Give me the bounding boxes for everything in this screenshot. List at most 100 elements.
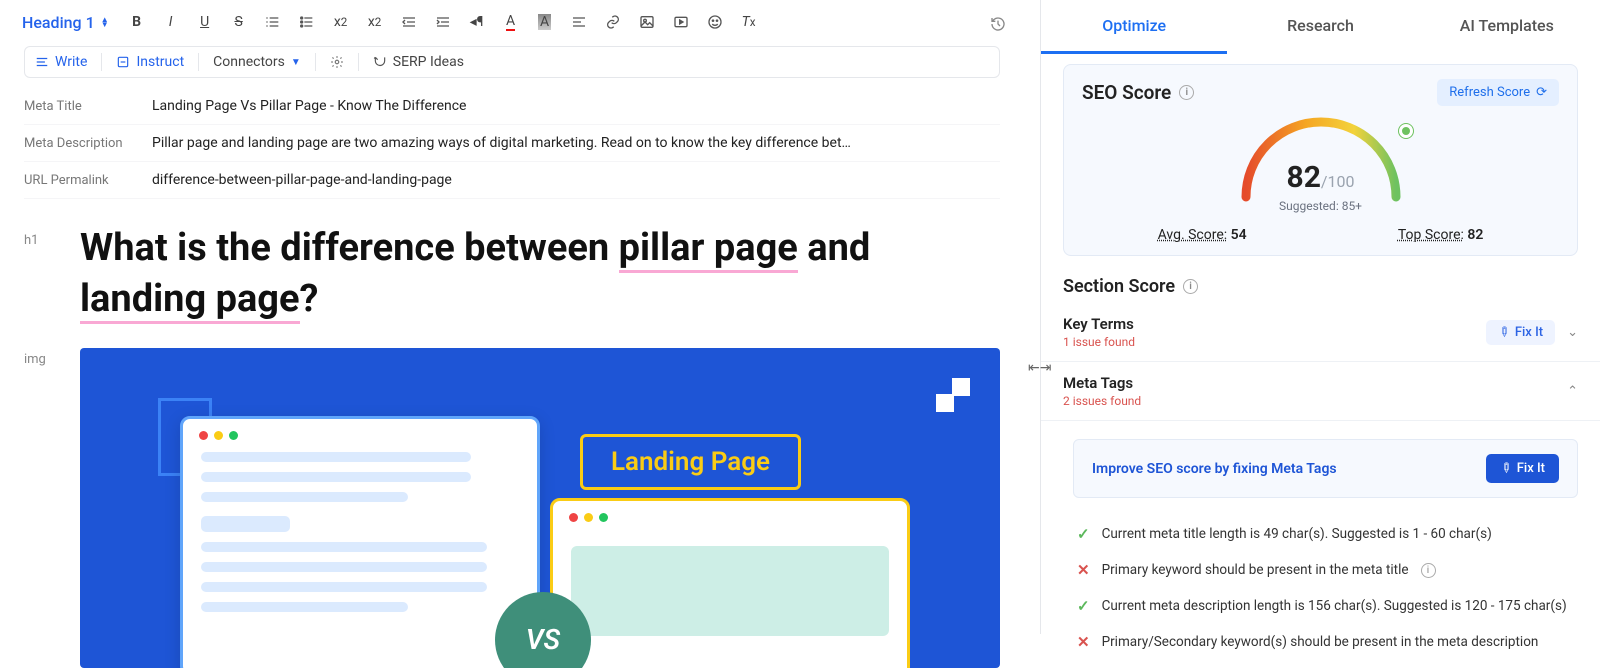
pane-splitter-handle[interactable]: ⇤⇥ xyxy=(1028,360,1051,376)
check-text: Current meta title length is 49 char(s).… xyxy=(1102,526,1492,542)
wand-icon: ✎ xyxy=(1496,459,1514,477)
tab-research[interactable]: Research xyxy=(1227,0,1413,54)
emoji-button[interactable] xyxy=(701,8,729,36)
feature-image[interactable]: Landing Page VS xyxy=(80,348,1000,668)
video-button[interactable] xyxy=(667,8,695,36)
highlight-color-button[interactable]: A xyxy=(531,8,559,36)
strikethrough-button[interactable]: S xyxy=(225,8,253,36)
url-permalink-label: URL Permalink xyxy=(24,173,152,188)
separator xyxy=(198,53,199,71)
top-score-label: Top Score: xyxy=(1398,227,1464,243)
instruct-button[interactable]: Instruct xyxy=(116,54,184,70)
refresh-score-button[interactable]: Refresh Score ⟳ xyxy=(1437,79,1559,106)
chevron-down-icon: ⌄ xyxy=(1567,325,1578,340)
check-ok-icon: ✓ xyxy=(1077,525,1090,543)
write-label: Write xyxy=(55,54,87,70)
document-h1[interactable]: What is the difference between pillar pa… xyxy=(80,223,1000,326)
score-gauge: 82/100 Suggested: 85+ xyxy=(1082,112,1559,213)
top-score-value: 82 xyxy=(1467,227,1483,243)
brand-logo-icon xyxy=(936,378,970,412)
updown-icon: ▲▼ xyxy=(101,17,109,27)
separator xyxy=(101,53,102,71)
meta-tags-title: Meta Tags xyxy=(1063,374,1141,392)
meta-tags-fix-button[interactable]: ✎ Fix It xyxy=(1486,454,1559,483)
outdent-button[interactable] xyxy=(395,8,423,36)
meta-title-value[interactable]: Landing Page Vs Pillar Page - Know The D… xyxy=(152,98,1000,114)
landing-page-label: Landing Page xyxy=(580,434,801,490)
meta-description-value[interactable]: Pillar page and landing page are two ama… xyxy=(152,135,1000,151)
panel-tabs: Optimize Research AI Templates xyxy=(1041,0,1600,54)
tab-ai-templates[interactable]: AI Templates xyxy=(1414,0,1600,54)
refresh-label: Refresh Score xyxy=(1449,85,1530,100)
write-button[interactable]: Write xyxy=(35,54,87,70)
unordered-list-button[interactable] xyxy=(293,8,321,36)
align-button[interactable] xyxy=(565,8,593,36)
check-row: ✕ Primary keyword should be present in t… xyxy=(1077,552,1578,588)
meta-title-label: Meta Title xyxy=(24,99,152,114)
wand-icon: ✎ xyxy=(1494,323,1512,341)
info-icon[interactable]: i xyxy=(1183,279,1198,294)
seo-score-title: SEO Score xyxy=(1082,81,1171,104)
check-fail-icon: ✕ xyxy=(1077,561,1090,579)
avg-score-label: Avg. Score: xyxy=(1158,227,1228,243)
indent-button[interactable] xyxy=(429,8,457,36)
image-button[interactable] xyxy=(633,8,661,36)
heading-level-select[interactable]: Heading 1 ▲▼ xyxy=(14,9,117,36)
meta-description-label: Meta Description xyxy=(24,136,152,151)
text-direction-button[interactable]: ◂¶ xyxy=(463,8,491,36)
info-icon[interactable]: i xyxy=(1421,563,1436,578)
avg-score-value: 54 xyxy=(1231,227,1247,243)
meta-description-row[interactable]: Meta Description Pillar page and landing… xyxy=(24,125,1000,162)
italic-button[interactable]: I xyxy=(157,8,185,36)
superscript-button[interactable]: x2 xyxy=(361,8,389,36)
link-button[interactable] xyxy=(599,8,627,36)
section-meta-tags[interactable]: Meta Tags 2 issues found ⌃ xyxy=(1041,362,1600,421)
ai-toolbar: Write Instruct Connectors ▼ SERP Ideas xyxy=(24,46,1000,78)
instruct-label: Instruct xyxy=(136,54,184,70)
serp-ideas-label: SERP Ideas xyxy=(393,54,464,70)
chevron-down-icon: ▼ xyxy=(291,57,301,68)
underline-button[interactable]: U xyxy=(191,8,219,36)
check-fail-icon: ✕ xyxy=(1077,633,1090,651)
heading-level-label: Heading 1 xyxy=(22,13,95,32)
meta-title-row[interactable]: Meta Title Landing Page Vs Pillar Page -… xyxy=(24,88,1000,125)
formatting-toolbar: Heading 1 ▲▼ B I U S x2 x2 ◂¶ A A Tx xyxy=(4,4,1020,40)
section-score-title: Section Score xyxy=(1063,276,1175,297)
seo-score-card: SEO Score i Refresh Score ⟳ xyxy=(1063,64,1578,256)
connectors-label: Connectors xyxy=(213,54,285,70)
img-gutter-tag: img xyxy=(24,348,64,367)
check-row: ✕ Primary/Secondary keyword(s) should be… xyxy=(1077,624,1578,660)
pillar-page-mock xyxy=(180,416,540,668)
improve-callout: Improve SEO score by fixing Meta Tags ✎ … xyxy=(1073,439,1578,498)
check-row: ✓ Current meta title length is 49 char(s… xyxy=(1077,516,1578,552)
info-icon[interactable]: i xyxy=(1179,85,1194,100)
key-terms-fix-button[interactable]: ✎ Fix It xyxy=(1486,320,1555,345)
url-permalink-row[interactable]: URL Permalink difference-between-pillar-… xyxy=(24,162,1000,199)
meta-fields: Meta Title Landing Page Vs Pillar Page -… xyxy=(4,88,1020,199)
chevron-up-icon: ⌃ xyxy=(1567,384,1578,399)
subscript-button[interactable]: x2 xyxy=(327,8,355,36)
landing-page-mock xyxy=(550,498,910,668)
separator xyxy=(358,53,359,71)
key-terms-title: Key Terms xyxy=(1063,315,1135,333)
key-terms-issues: 1 issue found xyxy=(1063,335,1135,349)
meta-tags-issues: 2 issues found xyxy=(1063,394,1141,408)
settings-button[interactable] xyxy=(330,55,344,69)
ordered-list-button[interactable] xyxy=(259,8,287,36)
check-text: Current meta description length is 156 c… xyxy=(1102,598,1567,614)
connectors-dropdown[interactable]: Connectors ▼ xyxy=(213,54,301,70)
tab-optimize[interactable]: Optimize xyxy=(1041,0,1227,54)
url-permalink-value[interactable]: difference-between-pillar-page-and-landi… xyxy=(152,172,1000,188)
bold-button[interactable]: B xyxy=(123,8,151,36)
section-key-terms[interactable]: Key Terms 1 issue found ✎ Fix It ⌄ xyxy=(1041,303,1600,362)
seo-panel: Optimize Research AI Templates SEO Score… xyxy=(1040,0,1600,634)
highlight-landing-page: landing page xyxy=(80,277,300,324)
gauge-knob xyxy=(1399,124,1413,138)
meta-tag-checks: ✓ Current meta title length is 49 char(s… xyxy=(1041,512,1600,664)
check-text: Primary keyword should be present in the… xyxy=(1102,562,1409,578)
history-button[interactable] xyxy=(984,10,1012,38)
serp-ideas-button[interactable]: SERP Ideas xyxy=(373,54,464,70)
clear-format-button[interactable]: Tx xyxy=(735,8,763,36)
text-color-button[interactable]: A xyxy=(497,8,525,36)
editor-pane: Heading 1 ▲▼ B I U S x2 x2 ◂¶ A A Tx xyxy=(0,0,1040,634)
